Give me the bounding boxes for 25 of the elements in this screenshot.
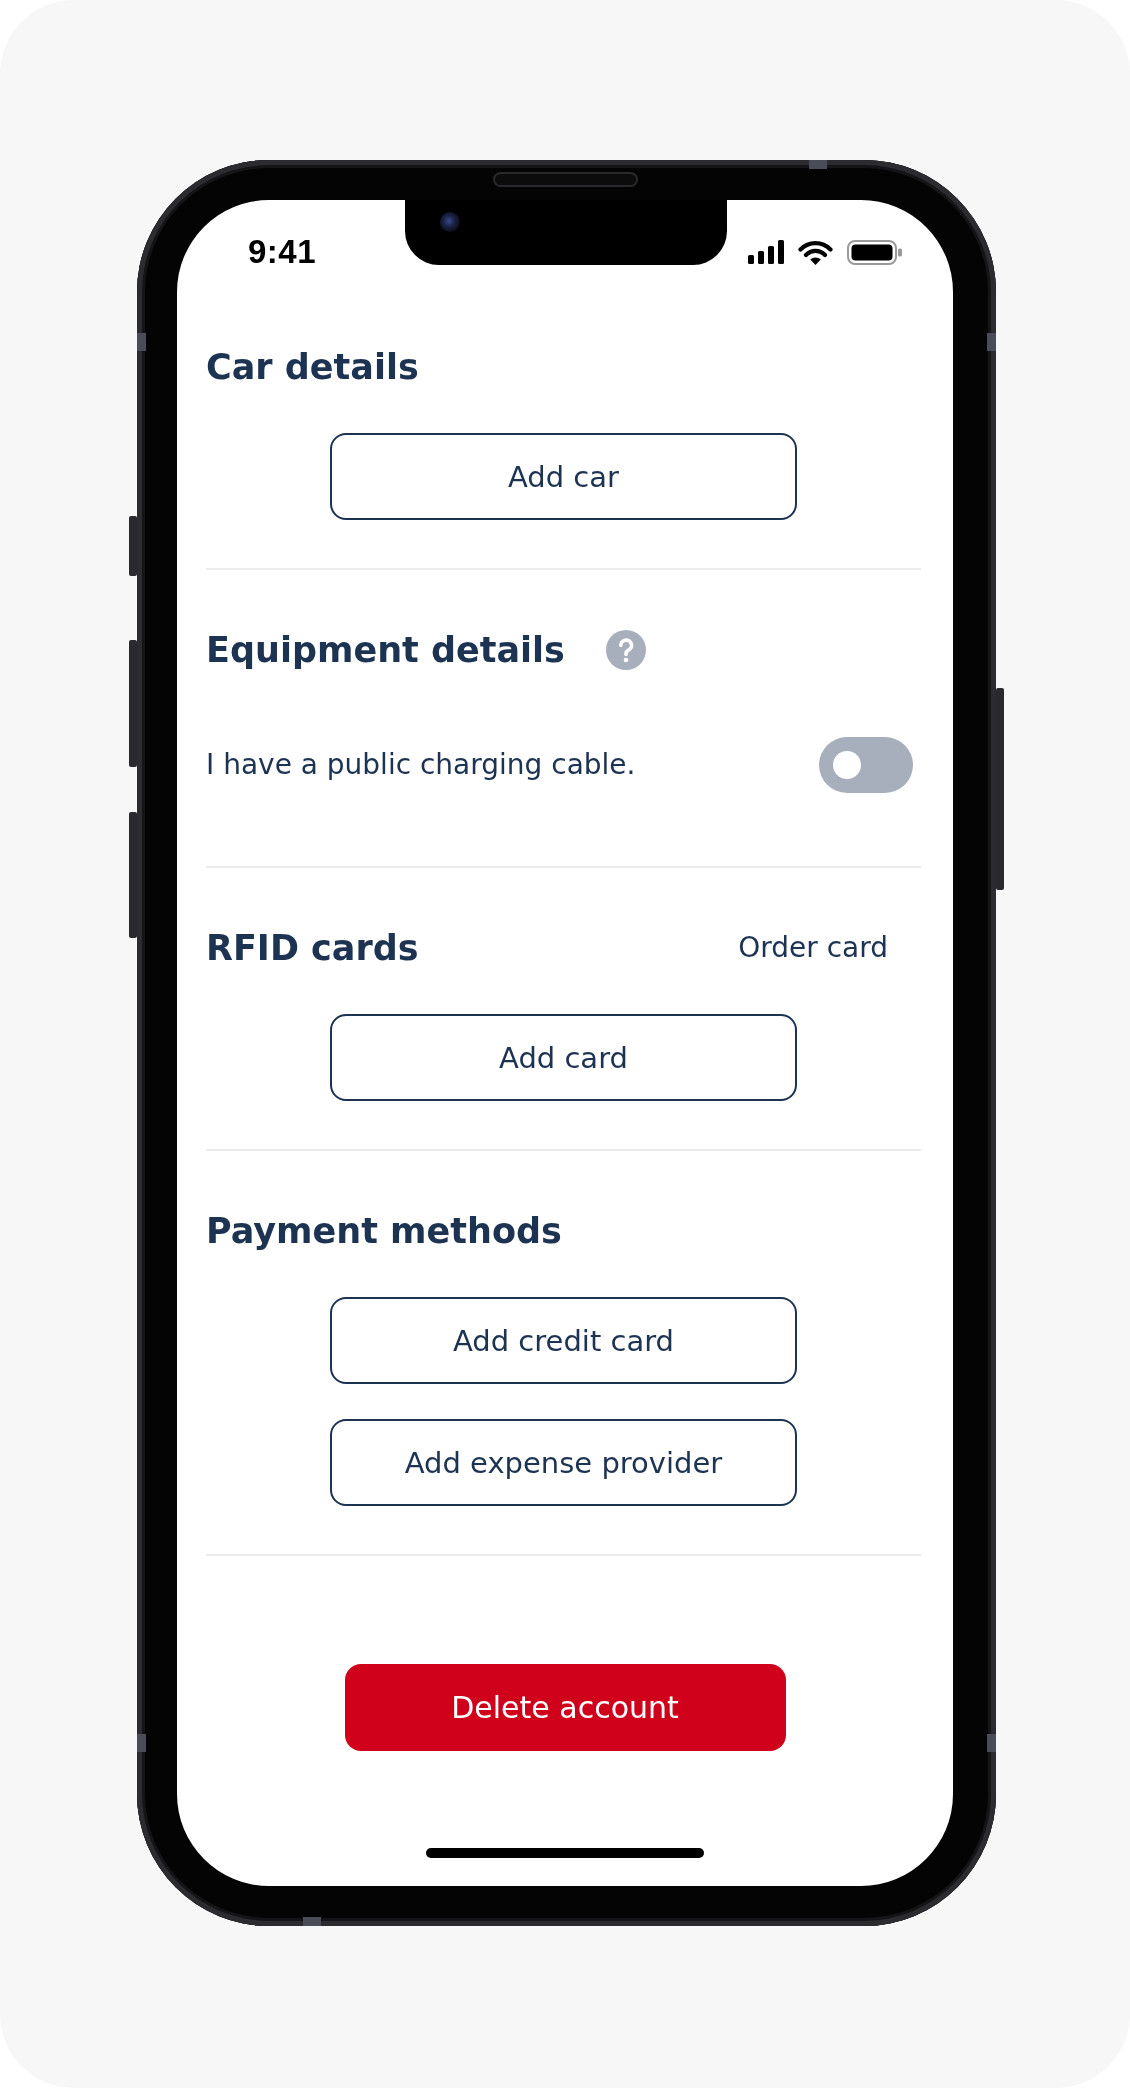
antenna-band xyxy=(809,160,827,169)
antenna-band xyxy=(137,333,146,351)
order-card-link[interactable]: Order card xyxy=(738,928,888,968)
toggle-switch[interactable] xyxy=(819,737,913,793)
antenna-band xyxy=(987,333,996,351)
secondary-button[interactable]: Add expense provider xyxy=(330,1419,797,1506)
wifi-icon xyxy=(798,239,833,265)
battery-icon xyxy=(847,239,902,265)
secondary-button[interactable]: Add credit card xyxy=(330,1297,797,1384)
section-title: Payment methods xyxy=(206,1210,562,1253)
antenna-band xyxy=(303,1917,321,1926)
section-title: Equipment details xyxy=(206,629,565,672)
cellular-signal-icon xyxy=(748,240,784,264)
section-title: Car details xyxy=(206,346,419,389)
section-title: RFID cards xyxy=(206,927,419,970)
help-icon[interactable] xyxy=(605,630,646,670)
secondary-button[interactable]: Add car xyxy=(330,433,797,520)
phone-side-key xyxy=(129,516,137,576)
delete-account-button[interactable]: Delete account xyxy=(344,1664,786,1751)
status-time: 9:41 xyxy=(248,232,317,272)
antenna-band xyxy=(987,1734,996,1752)
antenna-band xyxy=(137,1734,146,1752)
secondary-button[interactable]: Add card xyxy=(330,1014,797,1101)
setting-label: I have a public charging cable. xyxy=(206,747,636,783)
camera-lens-icon xyxy=(440,212,460,232)
